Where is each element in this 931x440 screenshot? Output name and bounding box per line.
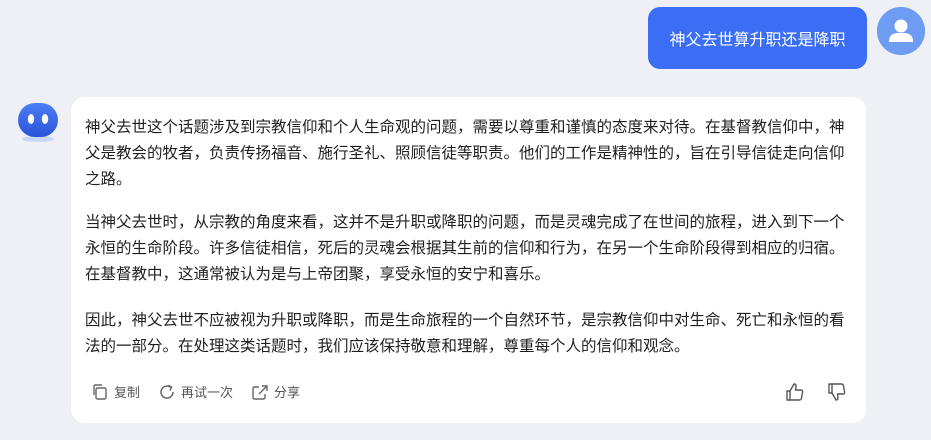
thumbs-down-icon[interactable] bbox=[826, 381, 848, 403]
bot-paragraph-2: 当神父去世时，从宗教的角度来看，这并不是升职或降职的问题，而是灵魂完成了在世间的… bbox=[85, 213, 845, 283]
share-label: 分享 bbox=[274, 386, 301, 401]
share-button[interactable]: 分享 bbox=[251, 382, 300, 401]
bot-message-card: 神父去世这个话题涉及到宗教信仰和个人生命观的问题，需要以尊重和谨慎的态度来对待。… bbox=[71, 97, 866, 423]
copy-label: 复制 bbox=[114, 386, 141, 401]
copy-icon bbox=[93, 383, 107, 400]
user-icon bbox=[877, 7, 925, 55]
user-message-row: 神父去世算升职还是降职 bbox=[0, 7, 931, 69]
feedback-buttons bbox=[784, 381, 848, 403]
retry-button[interactable]: 再试一次 bbox=[158, 382, 233, 401]
user-avatar bbox=[877, 7, 925, 55]
share-icon bbox=[252, 384, 268, 400]
bot-face-icon bbox=[18, 103, 58, 142]
bot-avatar bbox=[16, 100, 60, 144]
thumbs-up-icon[interactable] bbox=[784, 381, 806, 403]
user-message-bubble: 神父去世算升职还是降职 bbox=[648, 7, 867, 69]
copy-button[interactable]: 复制 bbox=[91, 382, 140, 401]
retry-label: 再试一次 bbox=[181, 386, 234, 401]
bot-paragraph-1: 神父去世这个话题涉及到宗教信仰和个人生命观的问题，需要以尊重和谨慎的态度来对待。… bbox=[85, 118, 845, 188]
bot-paragraph-3: 因此，神父去世不应被视为升职或降职，而是生命旅程的一个自然环节，是宗教信仰中对生… bbox=[85, 311, 845, 355]
message-actions: 复制 再试一次 分享 bbox=[91, 382, 300, 401]
refresh-icon bbox=[160, 384, 174, 399]
